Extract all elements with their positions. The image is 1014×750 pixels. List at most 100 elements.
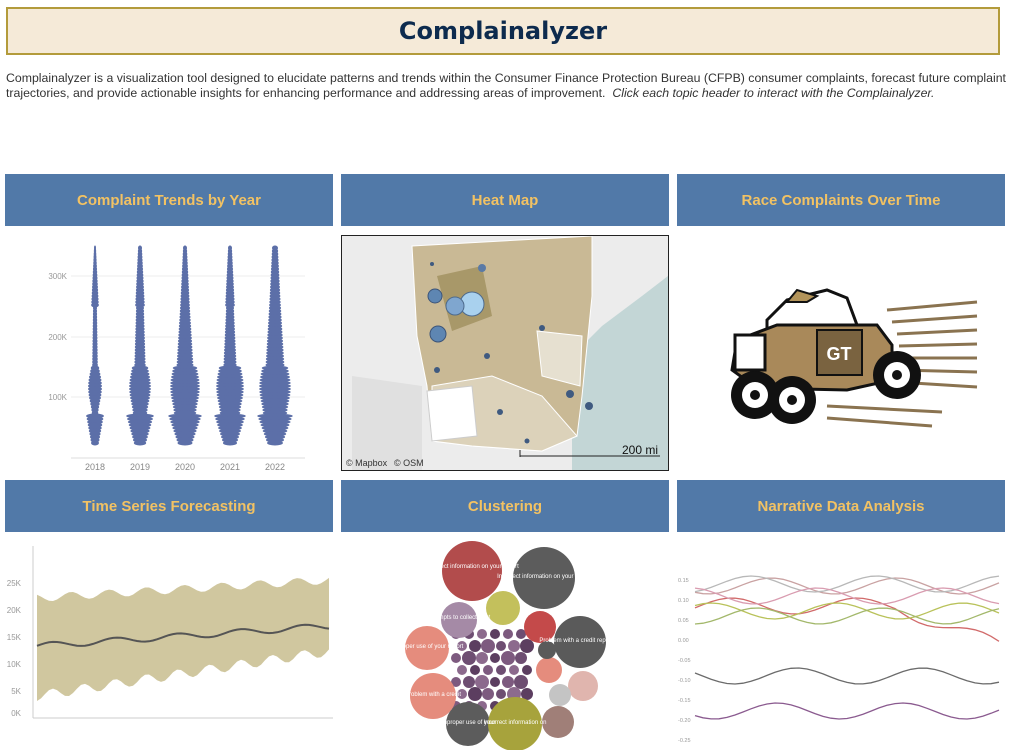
city-bubble	[427, 288, 443, 304]
forecast-band	[37, 577, 329, 701]
narrative-analysis-thumbnail[interactable]: 0.15 0.10 0.05 0.00 -0.05 -0.10 -0.15 -0…	[677, 536, 1005, 746]
small-cluster-bubble	[503, 629, 513, 639]
cluster-label: Problem with a credit	[405, 692, 461, 698]
tile-label: Complaint Trends by Year	[77, 191, 261, 209]
series-line	[694, 607, 1000, 625]
y-tick: -0.15	[678, 698, 691, 704]
y-tick: 100K	[48, 393, 67, 402]
app-title: Complainalyzer	[398, 17, 608, 45]
attribution-osm[interactable]: © OSM	[394, 458, 424, 468]
land-west	[352, 376, 422, 470]
app-title-banner: Complainalyzer	[6, 7, 1000, 55]
y-tick: 5K	[11, 687, 21, 696]
race-complaints-thumbnail[interactable]: GT	[677, 230, 1005, 476]
complaint-trends-thumbnail[interactable]: 300K 200K 100K 2018 2019 2020 2021 2022	[5, 230, 333, 476]
small-cluster-bubble	[469, 640, 481, 652]
city-bubble	[524, 438, 530, 444]
forecast-chart: 25K 20K 15K 10K 5K 0K	[7, 546, 333, 719]
complaint-trends-chart: 300K 200K 100K 2018 2019 2020 2021 2022	[48, 245, 305, 472]
city-bubble	[566, 390, 574, 398]
small-cluster-bubble	[475, 675, 489, 689]
cluster-bubble	[542, 706, 574, 738]
cluster-label: Incorrect information on your report	[497, 574, 591, 580]
cluster-label: Incorrect information on	[483, 720, 546, 726]
x-tick: 2020	[175, 462, 195, 472]
series-lines	[694, 575, 1000, 720]
cluster-bubble	[442, 541, 502, 601]
scale-label: 200 mi	[622, 443, 658, 457]
city-bubble	[497, 409, 503, 415]
cluster-bubble	[568, 671, 598, 701]
small-cluster-bubble	[451, 653, 461, 663]
violin-segment	[133, 440, 147, 446]
x-tick: 2022	[265, 462, 285, 472]
city-bubble	[539, 325, 545, 331]
city-bubble	[445, 296, 465, 316]
series-line	[694, 702, 1000, 720]
y-tick: -0.05	[678, 658, 691, 664]
y-tick: -0.25	[678, 738, 691, 744]
small-cluster-bubble	[496, 665, 506, 675]
cluster-bubbles: Incorrect information on your report Inc…	[391, 541, 621, 750]
x-tick: 2019	[130, 462, 150, 472]
small-cluster-bubble	[463, 676, 475, 688]
y-tick: 20K	[7, 606, 22, 615]
y-tick: 0.10	[678, 598, 689, 604]
clustering-thumbnail[interactable]: Incorrect information on your report Inc…	[341, 536, 669, 750]
y-tick: 15K	[7, 633, 22, 642]
cluster-bubble	[486, 591, 520, 625]
cluster-bubble	[549, 684, 571, 706]
small-cluster-bubble	[514, 675, 528, 689]
y-tick: -0.10	[678, 678, 691, 684]
city-bubble	[429, 325, 447, 343]
small-cluster-bubble	[457, 665, 467, 675]
tile-label: Clustering	[467, 497, 543, 515]
small-cluster-bubble	[502, 676, 514, 688]
gt-emblem: GT	[827, 344, 852, 364]
car-icon: GT	[730, 288, 978, 428]
small-cluster-bubble	[483, 665, 493, 675]
cluster-label: Incorrect information on your report	[425, 564, 519, 570]
small-cluster-bubble	[476, 652, 488, 664]
city-bubble	[484, 353, 490, 359]
tile-header-narrative-analysis[interactable]: Narrative Data Analysis	[677, 480, 1005, 532]
y-tick: 200K	[48, 333, 67, 342]
y-tick: 0K	[11, 709, 21, 718]
small-cluster-bubble	[468, 687, 482, 701]
city-bubble	[434, 367, 440, 373]
tile-header-heat-map[interactable]: Heat Map	[341, 174, 669, 226]
small-cluster-bubble	[501, 651, 515, 665]
cluster-label: Problem with a credit reporting	[539, 638, 620, 644]
small-cluster-bubble	[515, 652, 527, 664]
small-cluster-bubble	[481, 639, 495, 653]
tile-header-race-complaints[interactable]: Race Complaints Over Time	[677, 174, 1005, 226]
small-cluster-bubble	[522, 665, 532, 675]
small-cluster-bubble	[490, 653, 500, 663]
heat-map-thumbnail[interactable]: 200 mi © Mapbox © OSM	[341, 235, 669, 471]
violin-segment	[91, 440, 99, 446]
small-cluster-bubble	[508, 640, 520, 652]
city-bubble	[478, 264, 486, 272]
x-tick: 2021	[220, 462, 240, 472]
small-cluster-bubble	[490, 677, 500, 687]
heat-map: 200 mi © Mapbox © OSM	[342, 236, 668, 470]
tile-header-clustering[interactable]: Clustering	[341, 480, 669, 532]
tile-label: Time Series Forecasting	[82, 497, 256, 515]
y-tick: 10K	[7, 660, 22, 669]
small-cluster-bubble	[482, 688, 494, 700]
narrative-chart: 0.15 0.10 0.05 0.00 -0.05 -0.10 -0.15 -0…	[678, 575, 1000, 744]
y-tick: 0.15	[678, 578, 689, 584]
small-cluster-bubble	[462, 651, 476, 665]
tile-header-time-series-forecasting[interactable]: Time Series Forecasting	[5, 480, 333, 532]
intro-instruction: Click each topic header to interact with…	[612, 85, 935, 100]
small-cluster-bubble	[490, 629, 500, 639]
attribution-mapbox[interactable]: © Mapbox	[346, 458, 388, 468]
cluster-label: Improper use of your report	[391, 644, 464, 650]
cluster-bubble	[536, 657, 562, 683]
small-cluster-bubble	[496, 641, 506, 651]
time-series-thumbnail[interactable]: 25K 20K 15K 10K 5K 0K	[5, 536, 333, 746]
tile-header-complaint-trends[interactable]: Complaint Trends by Year	[5, 174, 333, 226]
tile-label: Race Complaints Over Time	[741, 191, 941, 209]
violin-segment	[177, 440, 193, 446]
y-tick: 25K	[7, 579, 22, 588]
